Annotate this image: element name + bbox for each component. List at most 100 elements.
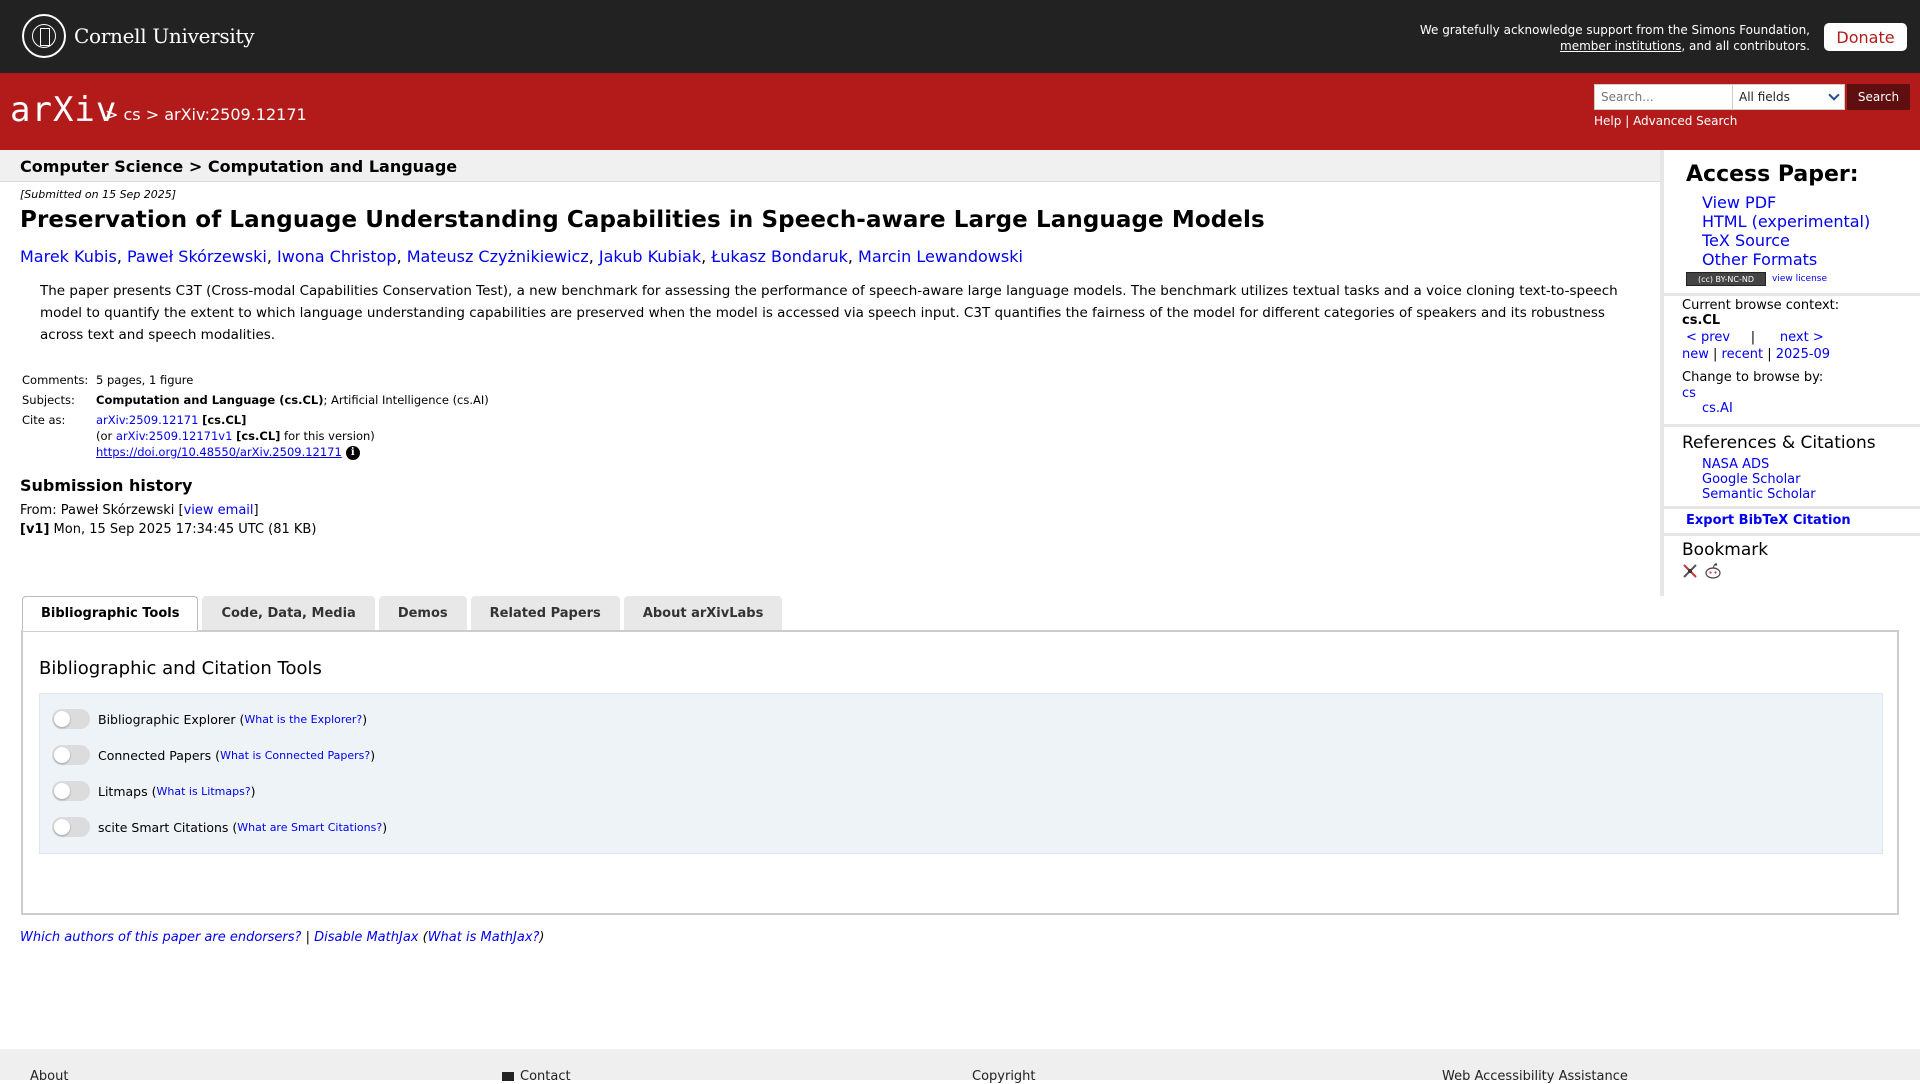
secondary-subject: ; Artificial Intelligence (cs.AI) (323, 393, 489, 407)
other-formats-link[interactable]: Other Formats (1702, 250, 1817, 269)
cornell-name: Cornell University (74, 24, 255, 48)
what-is-link[interactable]: What are Smart Citations? (237, 821, 382, 834)
tab-about-arxivlabs[interactable]: About arXivLabs (623, 596, 783, 630)
metadata-table: Comments: 5 pages, 1 figure Subjects: Co… (20, 370, 491, 462)
author-list: Marek Kubis, Paweł Skórzewski, Iwona Chr… (20, 247, 1023, 266)
abstract: The paper presents C3T (Cross-modal Capa… (40, 283, 1618, 343)
toggle-scite[interactable] (52, 817, 90, 837)
toggle-litmaps[interactable] (52, 781, 90, 801)
author-link[interactable]: Iwona Christop (277, 247, 397, 266)
view-pdf-link[interactable]: View PDF (1702, 193, 1776, 212)
browse-context: cs.CL (1682, 313, 1721, 328)
tool-row: scite Smart Citations (What are Smart Ci… (52, 817, 387, 837)
tab-demos[interactable]: Demos (378, 596, 467, 630)
paper-main: [Submitted on 15 Sep 2025] Preservation … (20, 188, 1660, 539)
reddit-icon[interactable] (1704, 563, 1722, 579)
cornell-seal-icon (22, 14, 66, 58)
panel-title: Bibliographic and Citation Tools (39, 658, 322, 679)
help-link[interactable]: Help (1594, 114, 1621, 128)
browse-listing-links: new | recent | 2025-09 (1682, 347, 1831, 362)
bookmark-title: Bookmark (1682, 540, 1769, 560)
subjects-row: Subjects: Computation and Language (cs.C… (22, 393, 489, 407)
cite-version-link[interactable]: arXiv:2509.12171v1 (116, 429, 233, 443)
change-browse-label: Change to browse by: (1682, 370, 1824, 385)
cornell-logo[interactable]: Cornell University (22, 14, 255, 58)
footer-accessibility-link[interactable]: Web Accessibility Assistance (1442, 1069, 1628, 1084)
semantic-scholar-link[interactable]: Semantic Scholar (1702, 487, 1816, 502)
primary-subject: Computation and Language (cs.CL) (96, 393, 324, 407)
search-input[interactable] (1594, 84, 1732, 110)
author-link[interactable]: Marek Kubis (20, 247, 117, 266)
recent-link[interactable]: recent (1722, 347, 1764, 362)
export-bibtex-link[interactable]: Export BibTeX Citation (1686, 513, 1851, 528)
references-links: NASA ADS Google Scholar Semantic Scholar (1702, 457, 1816, 502)
new-link[interactable]: new (1682, 347, 1709, 362)
search-field-select[interactable]: All fields (1732, 84, 1845, 110)
access-paper-section: Access Paper: View PDF HTML (experimenta… (1664, 150, 1920, 296)
footer-about-link[interactable]: About (30, 1069, 68, 1084)
member-institutions-link[interactable]: member institutions (1560, 39, 1681, 53)
support-acknowledgement: We gratefully acknowledge support from t… (1419, 23, 1810, 53)
month-link[interactable]: 2025-09 (1776, 347, 1830, 362)
license: (cc) BY-NC-ND view license (1686, 272, 1827, 286)
prev-link[interactable]: < prev (1686, 330, 1730, 345)
submission-history: From: Paweł Skórzewski [view email] [v1]… (20, 503, 317, 537)
toggle-bibliographic-explorer[interactable] (52, 709, 90, 729)
advanced-search-link[interactable]: Advanced Search (1633, 114, 1737, 128)
toggle-connected-papers[interactable] (52, 745, 90, 765)
author-link[interactable]: Mateusz Czyżnikiewicz (407, 247, 589, 266)
references-title: References & Citations (1682, 433, 1876, 453)
footer-contact[interactable]: Contact (502, 1069, 571, 1084)
what-is-link[interactable]: What is Litmaps? (156, 785, 250, 798)
search-button[interactable]: Search (1847, 84, 1910, 110)
comments-row: Comments: 5 pages, 1 figure (20, 370, 491, 390)
cite-row: Cite as: arXiv:2509.12171 [cs.CL] (or ar… (22, 413, 375, 460)
what-is-mathjax-link[interactable]: What is MathJax? (428, 930, 540, 945)
browse-cs-link[interactable]: cs (1682, 386, 1696, 401)
footer-copyright-link[interactable]: Copyright (972, 1069, 1036, 1084)
browse-csai-link[interactable]: cs.AI (1702, 401, 1733, 416)
author-link[interactable]: Marcin Lewandowski (858, 247, 1023, 266)
category-header: Computer Science > Computation and Langu… (0, 150, 1660, 182)
access-paper-title: Access Paper: (1686, 162, 1859, 187)
comments-value: 5 pages, 1 figure (96, 373, 194, 387)
tool-row: Bibliographic Explorer (What is the Expl… (52, 709, 367, 729)
author-link[interactable]: Paweł Skórzewski (127, 247, 267, 266)
submission-history-title: Submission history (20, 476, 193, 495)
cornell-banner: Cornell University We gratefully acknowl… (0, 0, 1920, 73)
tab-panel: Bibliographic and Citation Tools Bibliog… (21, 630, 1899, 915)
header-links: Help | Advanced Search (1594, 114, 1738, 128)
submission-dateline: [Submitted on 15 Sep 2025] (20, 188, 177, 201)
tool-row: Litmaps (What is Litmaps?) (52, 781, 256, 801)
footer: About Contact Copyright Web Accessibilit… (0, 1049, 1920, 1084)
version-tag: [v1] (20, 522, 50, 537)
endorsers-link[interactable]: Which authors of this paper are endorser… (20, 930, 301, 945)
author-link[interactable]: Jakub Kubiak (599, 247, 701, 266)
cite-id-link[interactable]: arXiv:2509.12171 (96, 413, 198, 427)
donate-button[interactable]: Donate (1824, 23, 1907, 51)
cc-license-icon[interactable]: (cc) BY-NC-ND (1686, 272, 1766, 286)
html-link[interactable]: HTML (experimental) (1702, 212, 1870, 231)
author-link[interactable]: Łukasz Bondaruk (711, 247, 848, 266)
what-is-link[interactable]: What is the Explorer? (244, 713, 362, 726)
view-email-link[interactable]: view email (184, 503, 254, 518)
endorsers-mathjax-links: Which authors of this paper are endorser… (20, 930, 545, 945)
tab-bibliographic-tools[interactable]: Bibliographic Tools (22, 596, 199, 631)
tab-related-papers[interactable]: Related Papers (470, 596, 620, 630)
access-links: View PDF HTML (experimental) TeX Source … (1702, 193, 1870, 269)
tab-code-data-media[interactable]: Code, Data, Media (202, 596, 375, 630)
info-icon[interactable]: i (345, 445, 360, 460)
google-scholar-link[interactable]: Google Scholar (1702, 472, 1801, 487)
tex-source-link[interactable]: TeX Source (1702, 231, 1790, 250)
extra-services-sidebar: Access Paper: View PDF HTML (experimenta… (1660, 150, 1920, 596)
nasa-ads-link[interactable]: NASA ADS (1702, 457, 1769, 472)
doi-link[interactable]: https://doi.org/10.48550/arXiv.2509.1217… (96, 445, 342, 459)
browse-context-label: Current browse context: (1682, 298, 1840, 313)
view-license-link[interactable]: view license (1772, 274, 1827, 284)
next-link[interactable]: next > (1780, 330, 1824, 345)
bibsonomy-icon[interactable] (1682, 563, 1700, 579)
breadcrumb[interactable]: > cs > arXiv:2509.12171 (105, 105, 307, 124)
disable-mathjax-link[interactable]: Disable MathJax (314, 930, 418, 945)
arxiv-logo[interactable]: arXiv (10, 90, 117, 130)
what-is-link[interactable]: What is Connected Papers? (220, 749, 370, 762)
